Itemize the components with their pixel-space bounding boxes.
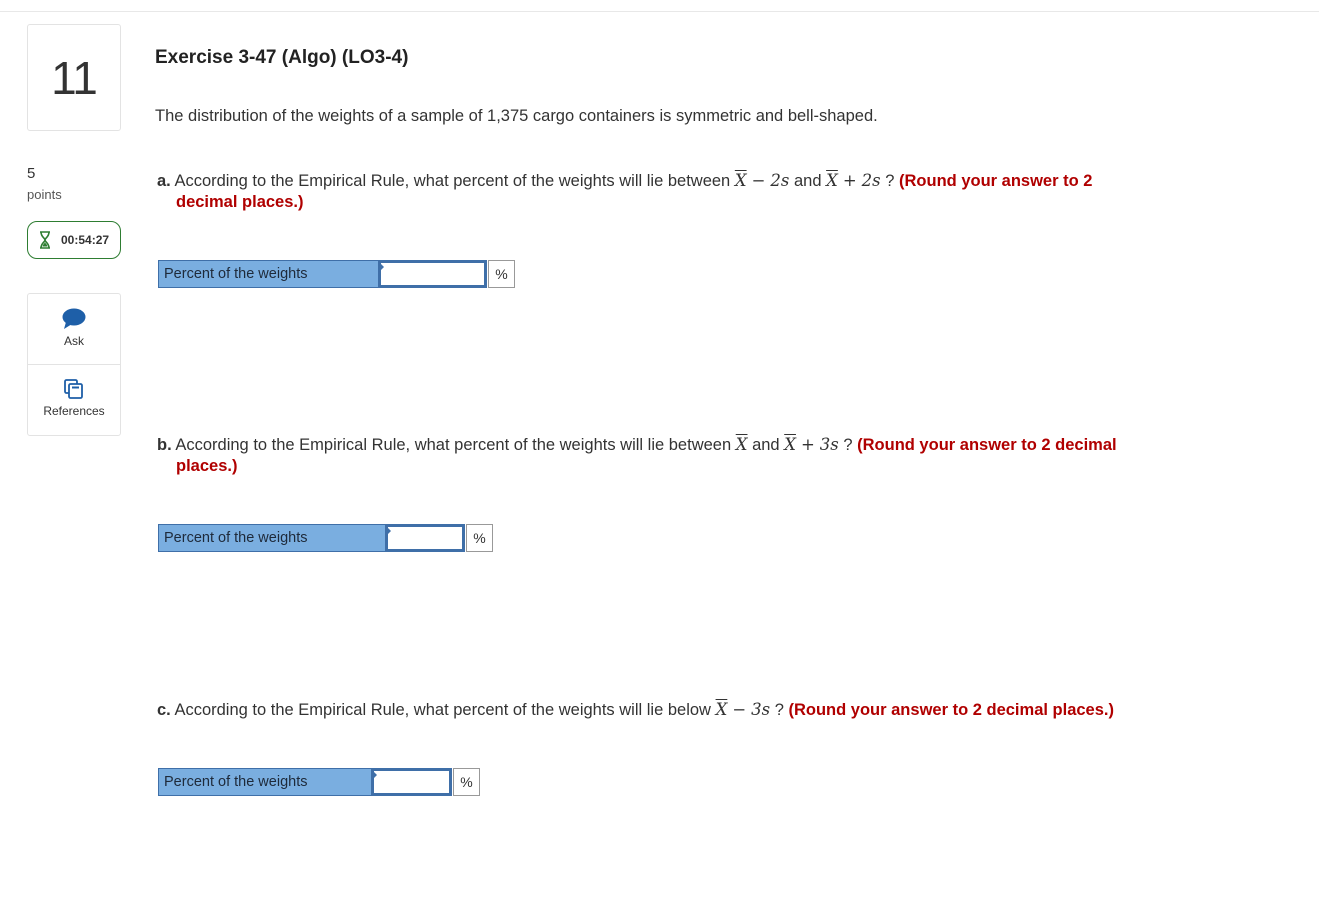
answer-a-flag-icon [379, 262, 384, 272]
answer-a-unit: % [488, 260, 515, 288]
answer-c-input[interactable] [372, 769, 451, 795]
answer-c-label: Percent of the weights [158, 768, 372, 796]
exercise-intro: The distribution of the weights of a sam… [155, 107, 878, 125]
part-b-qmark: ? [843, 436, 853, 454]
part-a-op-1: − [751, 171, 766, 190]
points-value: 5 [27, 165, 36, 182]
answer-a-input[interactable] [379, 261, 486, 287]
part-c-k-1: 3s [751, 700, 771, 719]
ask-button[interactable]: Ask [28, 308, 120, 348]
part-b-xbar-2: X [784, 435, 796, 454]
part-c-qmark: ? [774, 701, 784, 719]
part-b-xbar-1: X [735, 435, 748, 454]
references-button[interactable]: References [28, 378, 120, 418]
answer-c-unit: % [453, 768, 480, 796]
answer-row-b: Percent of the weights % [158, 524, 493, 552]
answer-a-input-wrap [379, 260, 487, 288]
part-a-xbar-2: X [826, 171, 838, 190]
part-b-note-line1: (Round your answer to 2 decimal [857, 436, 1117, 454]
answer-b-label: Percent of the weights [158, 524, 386, 552]
answer-c-input-wrap [372, 768, 452, 796]
question-number: 11 [51, 51, 98, 104]
part-b-letter: b. [157, 436, 172, 454]
ask-label: Ask [63, 334, 84, 348]
references-label: References [43, 404, 105, 418]
answer-c-flag-icon [372, 770, 377, 780]
part-a-qmark: ? [885, 172, 895, 190]
question-number-box: 11 [27, 24, 121, 131]
part-a-k-1: 2s [770, 171, 790, 190]
part-a-and: and [793, 172, 822, 190]
part-a-note-line1: (Round your answer to 2 [899, 172, 1093, 190]
part-b-text: According to the Empirical Rule, what pe… [175, 436, 732, 454]
part-b-k-2: 3s [819, 435, 839, 454]
exercise-title: Exercise 3-47 (Algo) (LO3-4) [155, 47, 409, 68]
answer-b-unit: % [466, 524, 493, 552]
part-a-text: According to the Empirical Rule, what pe… [174, 172, 731, 190]
part-b-op-2: + [800, 435, 815, 454]
question-part-b: b. According to the Empirical Rule, what… [157, 434, 1267, 477]
answer-a-label: Percent of the weights [158, 260, 379, 288]
part-c-op-1: − [732, 700, 747, 719]
part-b-note-line2: places.) [176, 457, 238, 475]
question-part-c: c. According to the Empirical Rule, what… [157, 699, 1287, 721]
timer-text: 00:54:27 [61, 233, 110, 247]
tools-divider [28, 364, 120, 365]
part-a-letter: a. [157, 172, 171, 190]
part-c-text: According to the Empirical Rule, what pe… [174, 701, 711, 719]
references-icon [64, 379, 83, 399]
part-a-note-line2: decimal places.) [176, 193, 304, 211]
part-c-xbar-1: X [715, 700, 728, 719]
answer-row-a: Percent of the weights % [158, 260, 515, 288]
top-divider [0, 11, 1319, 12]
question-part-a: a. According to the Empirical Rule, what… [157, 170, 1267, 213]
part-c-letter: c. [157, 701, 171, 719]
hourglass-icon [40, 231, 50, 249]
timer-badge: 00:54:27 [27, 221, 121, 259]
answer-b-input-wrap [386, 524, 465, 552]
part-a-k-2: 2s [861, 171, 881, 190]
part-b-and: and [752, 436, 780, 454]
answer-b-flag-icon [386, 526, 391, 536]
part-c-note: (Round your answer to 2 decimal places.) [788, 701, 1114, 719]
chat-bubble-icon [62, 308, 86, 329]
part-a-xbar-1: X [734, 171, 747, 190]
part-a-op-2: + [842, 171, 857, 190]
points-label: points [27, 187, 62, 202]
answer-row-c: Percent of the weights % [158, 768, 480, 796]
tools-panel: Ask References [27, 293, 121, 436]
answer-b-input[interactable] [386, 525, 464, 551]
